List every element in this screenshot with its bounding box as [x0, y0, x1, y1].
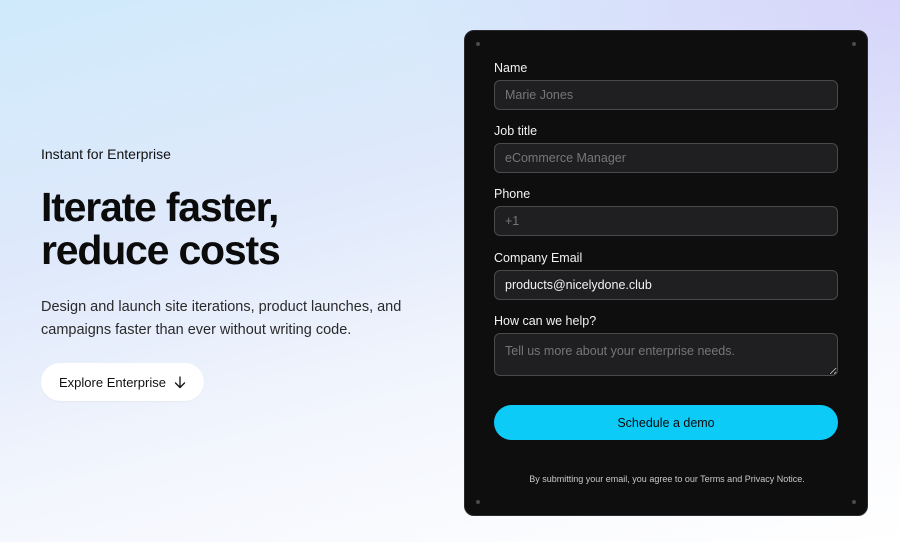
hero-eyebrow: Instant for Enterprise: [41, 146, 171, 162]
company-email-label: Company Email: [494, 251, 583, 265]
name-label: Name: [494, 61, 528, 75]
headline-line-2: reduce costs: [41, 227, 281, 273]
headline-line-1: Iterate faster,: [41, 184, 279, 230]
hero-headline: Iterate faster, reduce costs: [41, 186, 441, 272]
job-title-label: Job title: [494, 124, 538, 138]
explore-enterprise-button[interactable]: Explore Enterprise: [41, 363, 204, 401]
arrow-down-icon: [174, 375, 186, 389]
help-label: How can we help?: [494, 314, 597, 328]
corner-dot: [852, 42, 856, 46]
corner-dot: [476, 42, 480, 46]
name-input[interactable]: [494, 80, 838, 110]
corner-dot: [852, 500, 856, 504]
legal-notice: By submitting your email, you agree to o…: [529, 474, 805, 484]
corner-dot: [476, 500, 480, 504]
schedule-demo-button[interactable]: Schedule a demo: [494, 405, 838, 440]
job-title-input[interactable]: [494, 143, 838, 173]
phone-input[interactable]: [494, 206, 838, 236]
demo-request-form: Name Job title Phone Company Email How c…: [464, 30, 868, 516]
cta-label: Explore Enterprise: [59, 374, 166, 390]
hero-description: Design and launch site iterations, produ…: [41, 299, 402, 338]
phone-label: Phone: [494, 187, 531, 201]
company-email-input[interactable]: [494, 270, 838, 300]
help-textarea[interactable]: [494, 333, 838, 376]
